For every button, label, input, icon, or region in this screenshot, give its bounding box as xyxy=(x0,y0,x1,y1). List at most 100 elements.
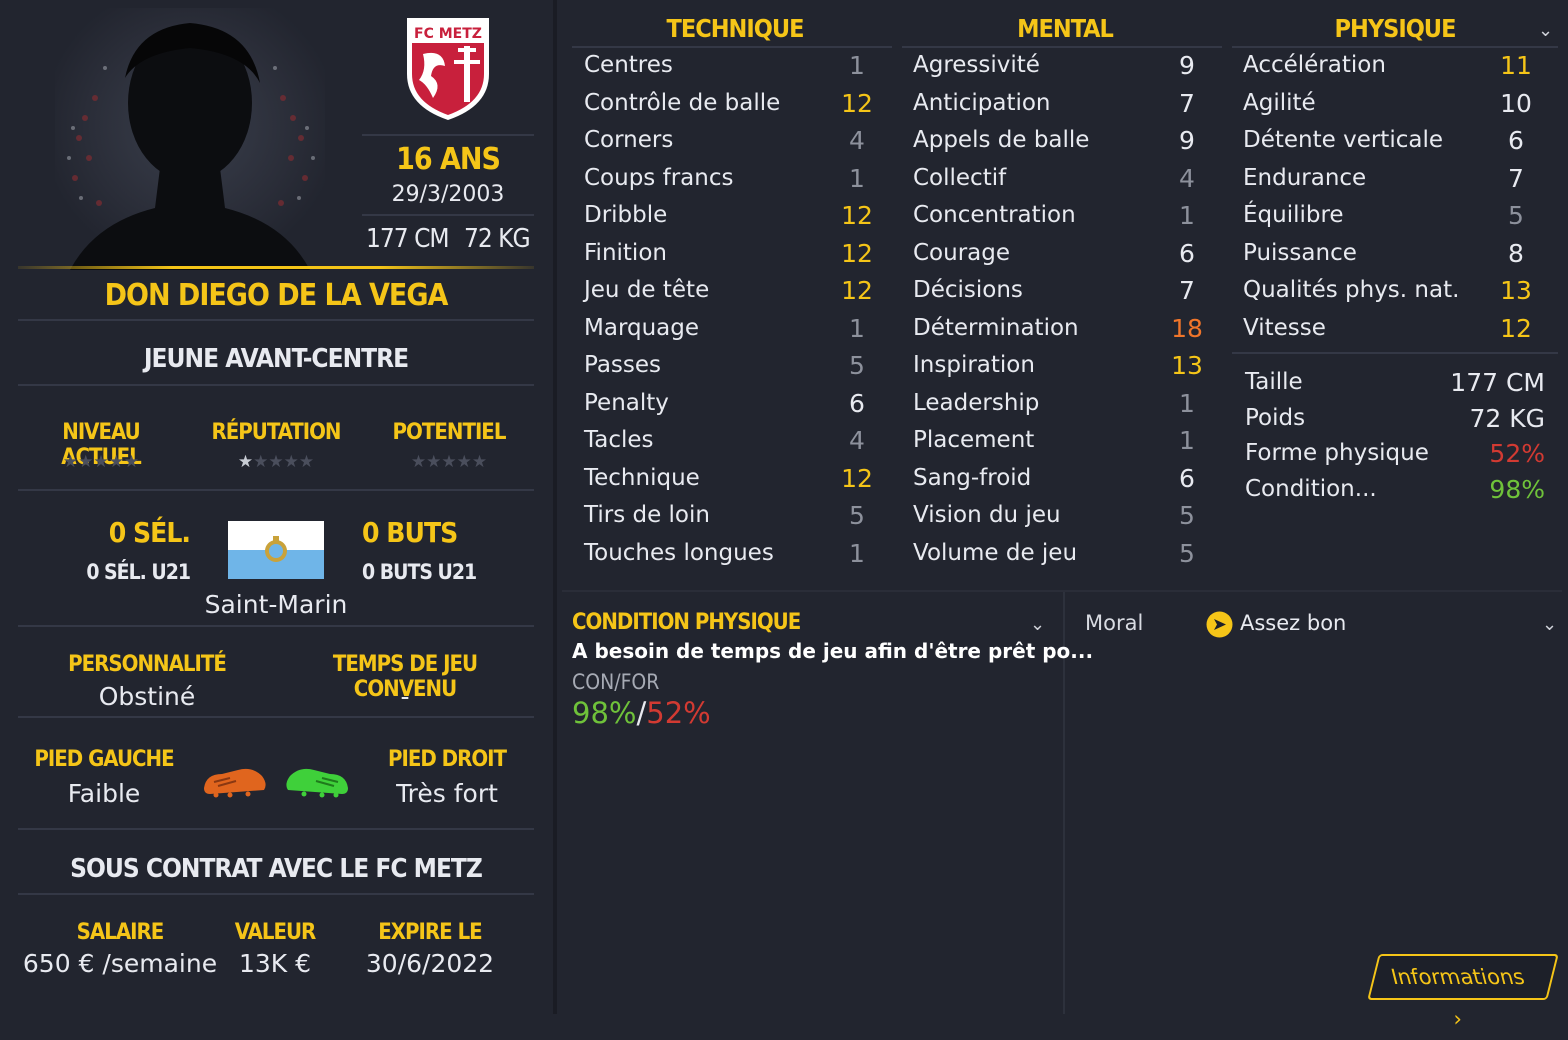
attribute-row[interactable]: Corners 4 xyxy=(584,122,877,159)
attribute-row[interactable]: Vision du jeu 5 xyxy=(913,497,1207,534)
attribute-name: Finition xyxy=(584,239,667,266)
salary-label: SALAIRE xyxy=(76,920,165,945)
attribute-row[interactable]: Qualités phys. nat. 13 xyxy=(1243,272,1536,309)
attribute-row[interactable]: Touches longues 1 xyxy=(584,535,877,572)
morale-arrow-icon xyxy=(1206,611,1233,638)
attribute-row[interactable]: Agressivité 9 xyxy=(913,47,1207,84)
attribute-row[interactable]: Contrôle de balle 12 xyxy=(584,85,877,122)
body-info-value: 177 CM xyxy=(1450,368,1545,397)
attribute-row[interactable]: Jeu de tête 12 xyxy=(584,272,877,309)
attribute-row[interactable]: Placement 1 xyxy=(913,422,1207,459)
condition-description: A besoin de temps de jeu afin d'être prê… xyxy=(572,639,1094,663)
attribute-row[interactable]: Détente verticale 6 xyxy=(1243,122,1536,159)
attribute-row[interactable]: Centres 1 xyxy=(584,47,877,84)
attribute-row[interactable]: Sang-froid 6 xyxy=(913,460,1207,497)
attribute-name: Appels de balle xyxy=(913,127,1090,153)
attribute-row[interactable]: Accélération 11 xyxy=(1243,47,1536,84)
expires-value: 30/6/2022 xyxy=(365,949,495,978)
attribute-value: 6 xyxy=(1179,238,1195,268)
san-marino-flag-icon xyxy=(228,521,324,579)
attribute-row[interactable]: Décisions 7 xyxy=(913,272,1207,309)
confor-separator: / xyxy=(636,696,647,730)
technique-title: TECHNIQUE xyxy=(666,14,805,43)
player-portrait xyxy=(55,8,325,270)
potential-label: POTENTIEL xyxy=(392,420,507,445)
attribute-name: Dribble xyxy=(584,202,668,228)
left-boot-icon xyxy=(204,768,266,798)
attribute-row[interactable]: Finition 12 xyxy=(584,235,877,272)
attribute-value: 1 xyxy=(1179,201,1195,230)
attribute-name: Inspiration xyxy=(913,352,1035,378)
attribute-row[interactable]: Détermination 18 xyxy=(913,310,1207,347)
attribute-row[interactable]: Anticipation 7 xyxy=(913,85,1207,122)
attribute-value: 12 xyxy=(841,238,873,268)
personality-value: Obstiné xyxy=(98,682,196,711)
player-weight: 72 KG xyxy=(464,224,531,254)
body-info-name: Forme physique xyxy=(1245,440,1429,466)
attribute-value: 12 xyxy=(1500,313,1532,343)
right-foot-value: Très fort xyxy=(396,779,498,808)
reputation-stars: ★★★★★ xyxy=(237,452,315,472)
attribute-value: 5 xyxy=(849,501,865,530)
nationality[interactable]: Saint-Marin xyxy=(18,590,534,619)
attribute-row[interactable]: Équilibre 5 xyxy=(1243,197,1536,234)
attribute-name: Détermination xyxy=(913,314,1079,341)
attribute-row[interactable]: Courage 6 xyxy=(913,235,1207,272)
attribute-row[interactable]: Collectif 4 xyxy=(913,160,1207,197)
body-info-value: 72 KG xyxy=(1469,403,1545,433)
attribute-row[interactable]: Vitesse 12 xyxy=(1243,310,1536,347)
attribute-row[interactable]: Passes 5 xyxy=(584,347,877,384)
player-age: 16 ANS xyxy=(396,142,501,177)
attribute-row[interactable]: Coups francs 1 xyxy=(584,160,877,197)
attribute-row[interactable]: Endurance 7 xyxy=(1243,160,1536,197)
attribute-name: Agressivité xyxy=(913,52,1040,78)
attribute-row[interactable]: Puissance 8 xyxy=(1243,235,1536,272)
attribute-value: 4 xyxy=(849,126,865,155)
attribute-row[interactable]: Agilité 10 xyxy=(1243,85,1536,122)
attribute-row[interactable]: Leadership 1 xyxy=(913,385,1207,422)
attribute-row[interactable]: Marquage 1 xyxy=(584,310,877,347)
attribute-row[interactable]: Dribble 12 xyxy=(584,197,877,234)
expires-label: EXPIRE LE xyxy=(378,920,482,945)
attribute-row[interactable]: Volume de jeu 5 xyxy=(913,535,1207,572)
attribute-row[interactable]: Concentration 1 xyxy=(913,197,1207,234)
condition-chevron-icon[interactable]: ⌄ xyxy=(1030,614,1045,635)
attribute-row[interactable]: Technique 12 xyxy=(584,460,877,497)
attribute-name: Équilibre xyxy=(1243,202,1344,228)
attribute-value: 5 xyxy=(1508,201,1524,230)
attribute-value: 7 xyxy=(1508,163,1524,193)
informations-button[interactable]: Informations › xyxy=(1367,954,1559,1031)
attribute-value: 1 xyxy=(1179,426,1195,455)
attribute-row[interactable]: Appels de balle 9 xyxy=(913,122,1207,159)
morale-chevron-icon[interactable]: ⌄ xyxy=(1542,614,1557,635)
attribute-name: Passes xyxy=(584,352,662,378)
caps-count: 0 SÉL. xyxy=(108,516,191,549)
reputation-label: RÉPUTATION xyxy=(211,420,342,445)
attribute-row[interactable]: Tacles 4 xyxy=(584,422,877,459)
attribute-name: Détente verticale xyxy=(1243,127,1443,153)
physique-title: PHYSIQUE xyxy=(1334,14,1457,43)
attribute-row[interactable]: Inspiration 13 xyxy=(913,347,1207,384)
salary-value: 650 € /semaine xyxy=(22,949,218,978)
attribute-name: Leadership xyxy=(913,389,1040,416)
condition-title: CONDITION PHYSIQUE xyxy=(572,610,801,635)
attribute-value: 1 xyxy=(849,313,865,343)
chevron-down-icon[interactable]: ⌄ xyxy=(1538,20,1553,41)
attribute-name: Volume de jeu xyxy=(913,539,1078,566)
attribute-name: Corners xyxy=(584,127,674,153)
confor-label: CON/FOR xyxy=(572,670,660,694)
bottom-divider xyxy=(562,590,1562,592)
contract-title[interactable]: SOUS CONTRAT AVEC LE FC METZ xyxy=(18,854,534,884)
left-foot-value: Faible xyxy=(67,779,141,808)
personality-label: PERSONNALITÉ xyxy=(68,652,227,677)
attribute-value: 12 xyxy=(841,276,873,305)
attribute-row[interactable]: Tirs de loin 5 xyxy=(584,497,877,534)
attribute-name: Tirs de loin xyxy=(584,502,710,528)
attribute-value: 4 xyxy=(1179,163,1195,193)
attribute-value: 7 xyxy=(1179,88,1195,118)
attribute-row[interactable]: Penalty 6 xyxy=(584,385,877,422)
attribute-value: 1 xyxy=(849,538,865,568)
body-info-value: 52% xyxy=(1489,439,1545,468)
attribute-name: Contrôle de balle xyxy=(584,89,781,116)
body-info-divider xyxy=(1232,352,1558,354)
